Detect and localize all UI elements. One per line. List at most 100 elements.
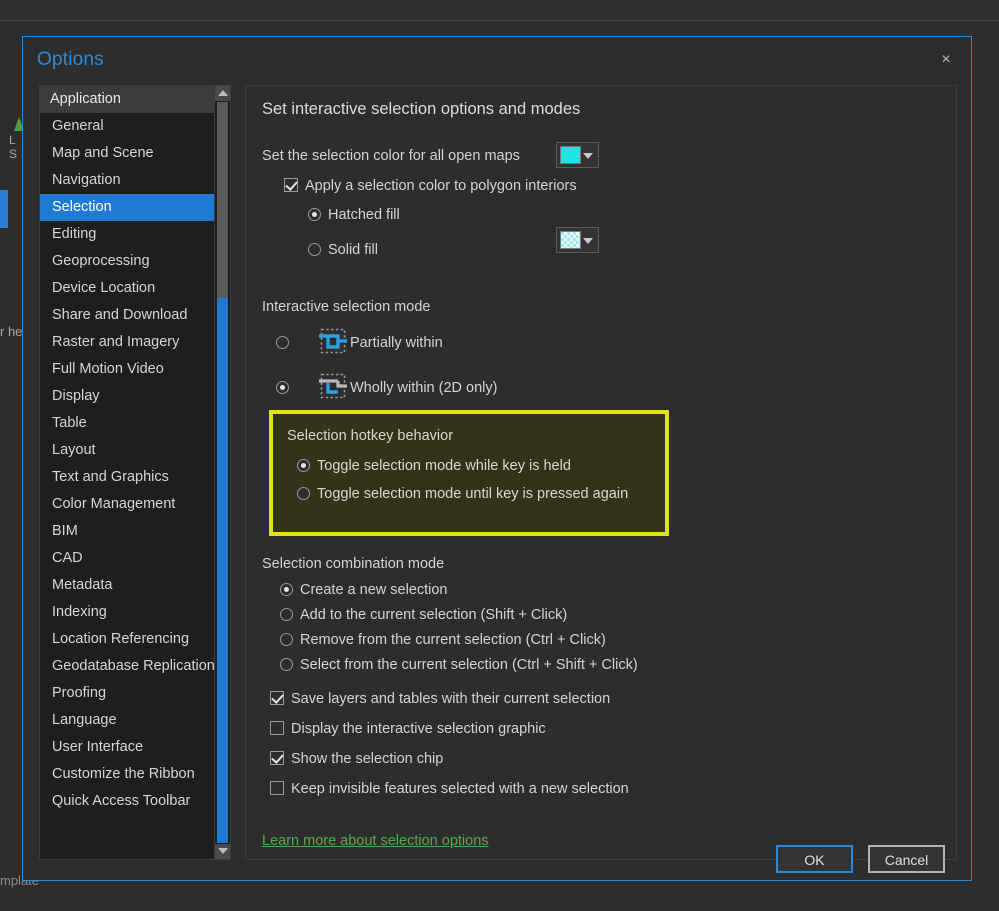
selection-color-label: Set the selection color for all open map…: [262, 148, 520, 164]
hotkey-option-hold-radio[interactable]: Toggle selection mode while key is held: [297, 458, 571, 474]
hotkey-option-toggle-label: Toggle selection mode until key is press…: [317, 486, 629, 502]
wholly-within-label: Wholly within (2D only): [350, 380, 498, 396]
selection-checkbox-label: Display the interactive selection graphi…: [291, 721, 546, 737]
hatched-fill-label: Hatched fill: [328, 207, 400, 223]
selection-checkbox-label: Save layers and tables with their curren…: [291, 691, 611, 707]
chevron-down-icon: [217, 848, 228, 854]
scroll-up-button[interactable]: [215, 86, 230, 101]
scrollbar-thumb-upper[interactable]: [217, 102, 228, 298]
radio-indicator: [280, 583, 293, 596]
ok-button[interactable]: OK: [776, 845, 853, 873]
radio-indicator: [276, 336, 289, 349]
radio-indicator: [280, 608, 293, 621]
sidebar-item-indexing[interactable]: Indexing: [40, 599, 216, 626]
combination-option-1[interactable]: Add to the current selection (Shift + Cl…: [280, 607, 567, 623]
dialog-title: Options: [37, 49, 104, 70]
options-category-list[interactable]: Application General Map and Scene Navigatio…: [39, 85, 231, 860]
sidebar-item-table[interactable]: Table: [40, 410, 216, 437]
sidebar-item-map-and-scene[interactable]: Map and Scene: [40, 140, 216, 167]
selection-color-picker[interactable]: [556, 142, 599, 168]
scrollbar-thumb[interactable]: [217, 298, 228, 843]
sidebar-item-text-and-graphics[interactable]: Text and Graphics: [40, 464, 216, 491]
checkbox-indicator: [270, 721, 284, 735]
sidebar-item-share-and-download[interactable]: Share and Download: [40, 302, 216, 329]
sidebar-item-customize-the-ribbon[interactable]: Customize the Ribbon: [40, 761, 216, 788]
close-icon[interactable]: ×: [929, 45, 963, 75]
combination-option-label: Create a new selection: [300, 582, 448, 598]
sidebar-item-full-motion-video[interactable]: Full Motion Video: [40, 356, 216, 383]
checkbox-indicator: [284, 178, 298, 192]
sidebar-item-geodatabase-replication[interactable]: Geodatabase Replication: [40, 653, 216, 680]
radio-indicator: [276, 381, 289, 394]
selection-checkbox-1[interactable]: Display the interactive selection graphi…: [270, 721, 546, 737]
hatch-pattern-swatch: [560, 231, 581, 249]
scroll-down-button[interactable]: [215, 844, 230, 859]
sidebar-item-display[interactable]: Display: [40, 383, 216, 410]
selection-checkbox-label: Show the selection chip: [291, 751, 444, 767]
radio-indicator: [280, 658, 293, 671]
partially-within-radio[interactable]: [276, 335, 289, 351]
background-text-fragment-2: S: [9, 147, 18, 161]
fill-pattern-picker[interactable]: [556, 227, 599, 253]
sidebar-header: Application: [40, 86, 216, 113]
sidebar-item-cad[interactable]: CAD: [40, 545, 216, 572]
solid-fill-radio[interactable]: Solid fill: [308, 242, 378, 258]
screen: L S r he mplate Options × Application Gen…: [0, 0, 999, 911]
hotkey-option-toggle-radio[interactable]: Toggle selection mode until key is press…: [297, 486, 628, 502]
radio-indicator: [308, 243, 321, 256]
sidebar-item-editing[interactable]: Editing: [40, 221, 216, 248]
sidebar-item-bim[interactable]: BIM: [40, 518, 216, 545]
combination-option-0[interactable]: Create a new selection: [280, 582, 448, 598]
radio-indicator: [297, 459, 310, 472]
combination-option-label: Add to the current selection (Shift + Cl…: [300, 607, 568, 623]
sidebar-item-general[interactable]: General: [40, 113, 216, 140]
apply-polygon-color-checkbox[interactable]: Apply a selection color to polygon inter…: [284, 178, 577, 194]
sidebar-item-selection[interactable]: Selection: [40, 194, 216, 221]
chevron-down-icon: [583, 238, 593, 244]
sidebar-items-container: Application General Map and Scene Navigatio…: [40, 86, 216, 815]
selection-hotkey-highlight-box: Selection hotkey behavior Toggle selecti…: [269, 410, 669, 536]
partially-within-label: Partially within: [350, 335, 443, 351]
combination-option-label: Remove from the current selection (Ctrl …: [300, 632, 606, 648]
radio-indicator: [297, 487, 310, 500]
radio-indicator: [308, 208, 321, 221]
sidebar-item-location-referencing[interactable]: Location Referencing: [40, 626, 216, 653]
background-text-fragment-1: L: [9, 133, 16, 147]
learn-more-link[interactable]: Learn more about selection options: [262, 833, 489, 849]
solid-fill-label: Solid fill: [328, 242, 378, 258]
sidebar-item-proofing[interactable]: Proofing: [40, 680, 216, 707]
sidebar-item-quick-access-toolbar[interactable]: Quick Access Toolbar: [40, 788, 216, 815]
background-text-fragment-help: r he: [0, 324, 23, 339]
sidebar-scrollbar[interactable]: [214, 86, 230, 859]
combination-option-3[interactable]: Select from the current selection (Ctrl …: [280, 657, 638, 673]
sidebar-item-layout[interactable]: Layout: [40, 437, 216, 464]
radio-indicator: [280, 633, 293, 646]
sidebar-item-user-interface[interactable]: User Interface: [40, 734, 216, 761]
apply-polygon-color-label: Apply a selection color to polygon inter…: [305, 178, 577, 194]
sidebar-item-navigation[interactable]: Navigation: [40, 167, 216, 194]
checkbox-indicator: [270, 691, 284, 705]
hotkey-option-hold-label: Toggle selection mode while key is held: [317, 458, 571, 474]
sidebar-item-metadata[interactable]: Metadata: [40, 572, 216, 599]
hotkey-heading: Selection hotkey behavior: [287, 428, 454, 444]
background-top-strip: [0, 0, 999, 20]
hatched-fill-radio[interactable]: Hatched fill: [308, 207, 400, 223]
selection-color-swatch: [560, 146, 581, 164]
combination-mode-heading: Selection combination mode: [262, 556, 445, 572]
wholly-within-radio[interactable]: [276, 380, 289, 396]
selection-checkbox-label: Keep invisible features selected with a …: [291, 781, 629, 797]
cancel-button[interactable]: Cancel: [868, 845, 945, 873]
chevron-up-icon: [217, 90, 228, 96]
sidebar-item-raster-and-imagery[interactable]: Raster and Imagery: [40, 329, 216, 356]
sidebar-item-geoprocessing[interactable]: Geoprocessing: [40, 248, 216, 275]
sidebar-item-device-location[interactable]: Device Location: [40, 275, 216, 302]
selection-checkbox-0[interactable]: Save layers and tables with their curren…: [270, 691, 610, 707]
combination-option-2[interactable]: Remove from the current selection (Ctrl …: [280, 632, 606, 648]
background-blue-tab-marker: [0, 190, 8, 228]
sidebar-item-color-management[interactable]: Color Management: [40, 491, 216, 518]
combination-option-label: Select from the current selection (Ctrl …: [300, 657, 638, 673]
selection-checkbox-3[interactable]: Keep invisible features selected with a …: [270, 781, 629, 797]
selection-checkbox-2[interactable]: Show the selection chip: [270, 751, 443, 767]
sidebar-item-language[interactable]: Language: [40, 707, 216, 734]
chevron-down-icon: [583, 153, 593, 159]
